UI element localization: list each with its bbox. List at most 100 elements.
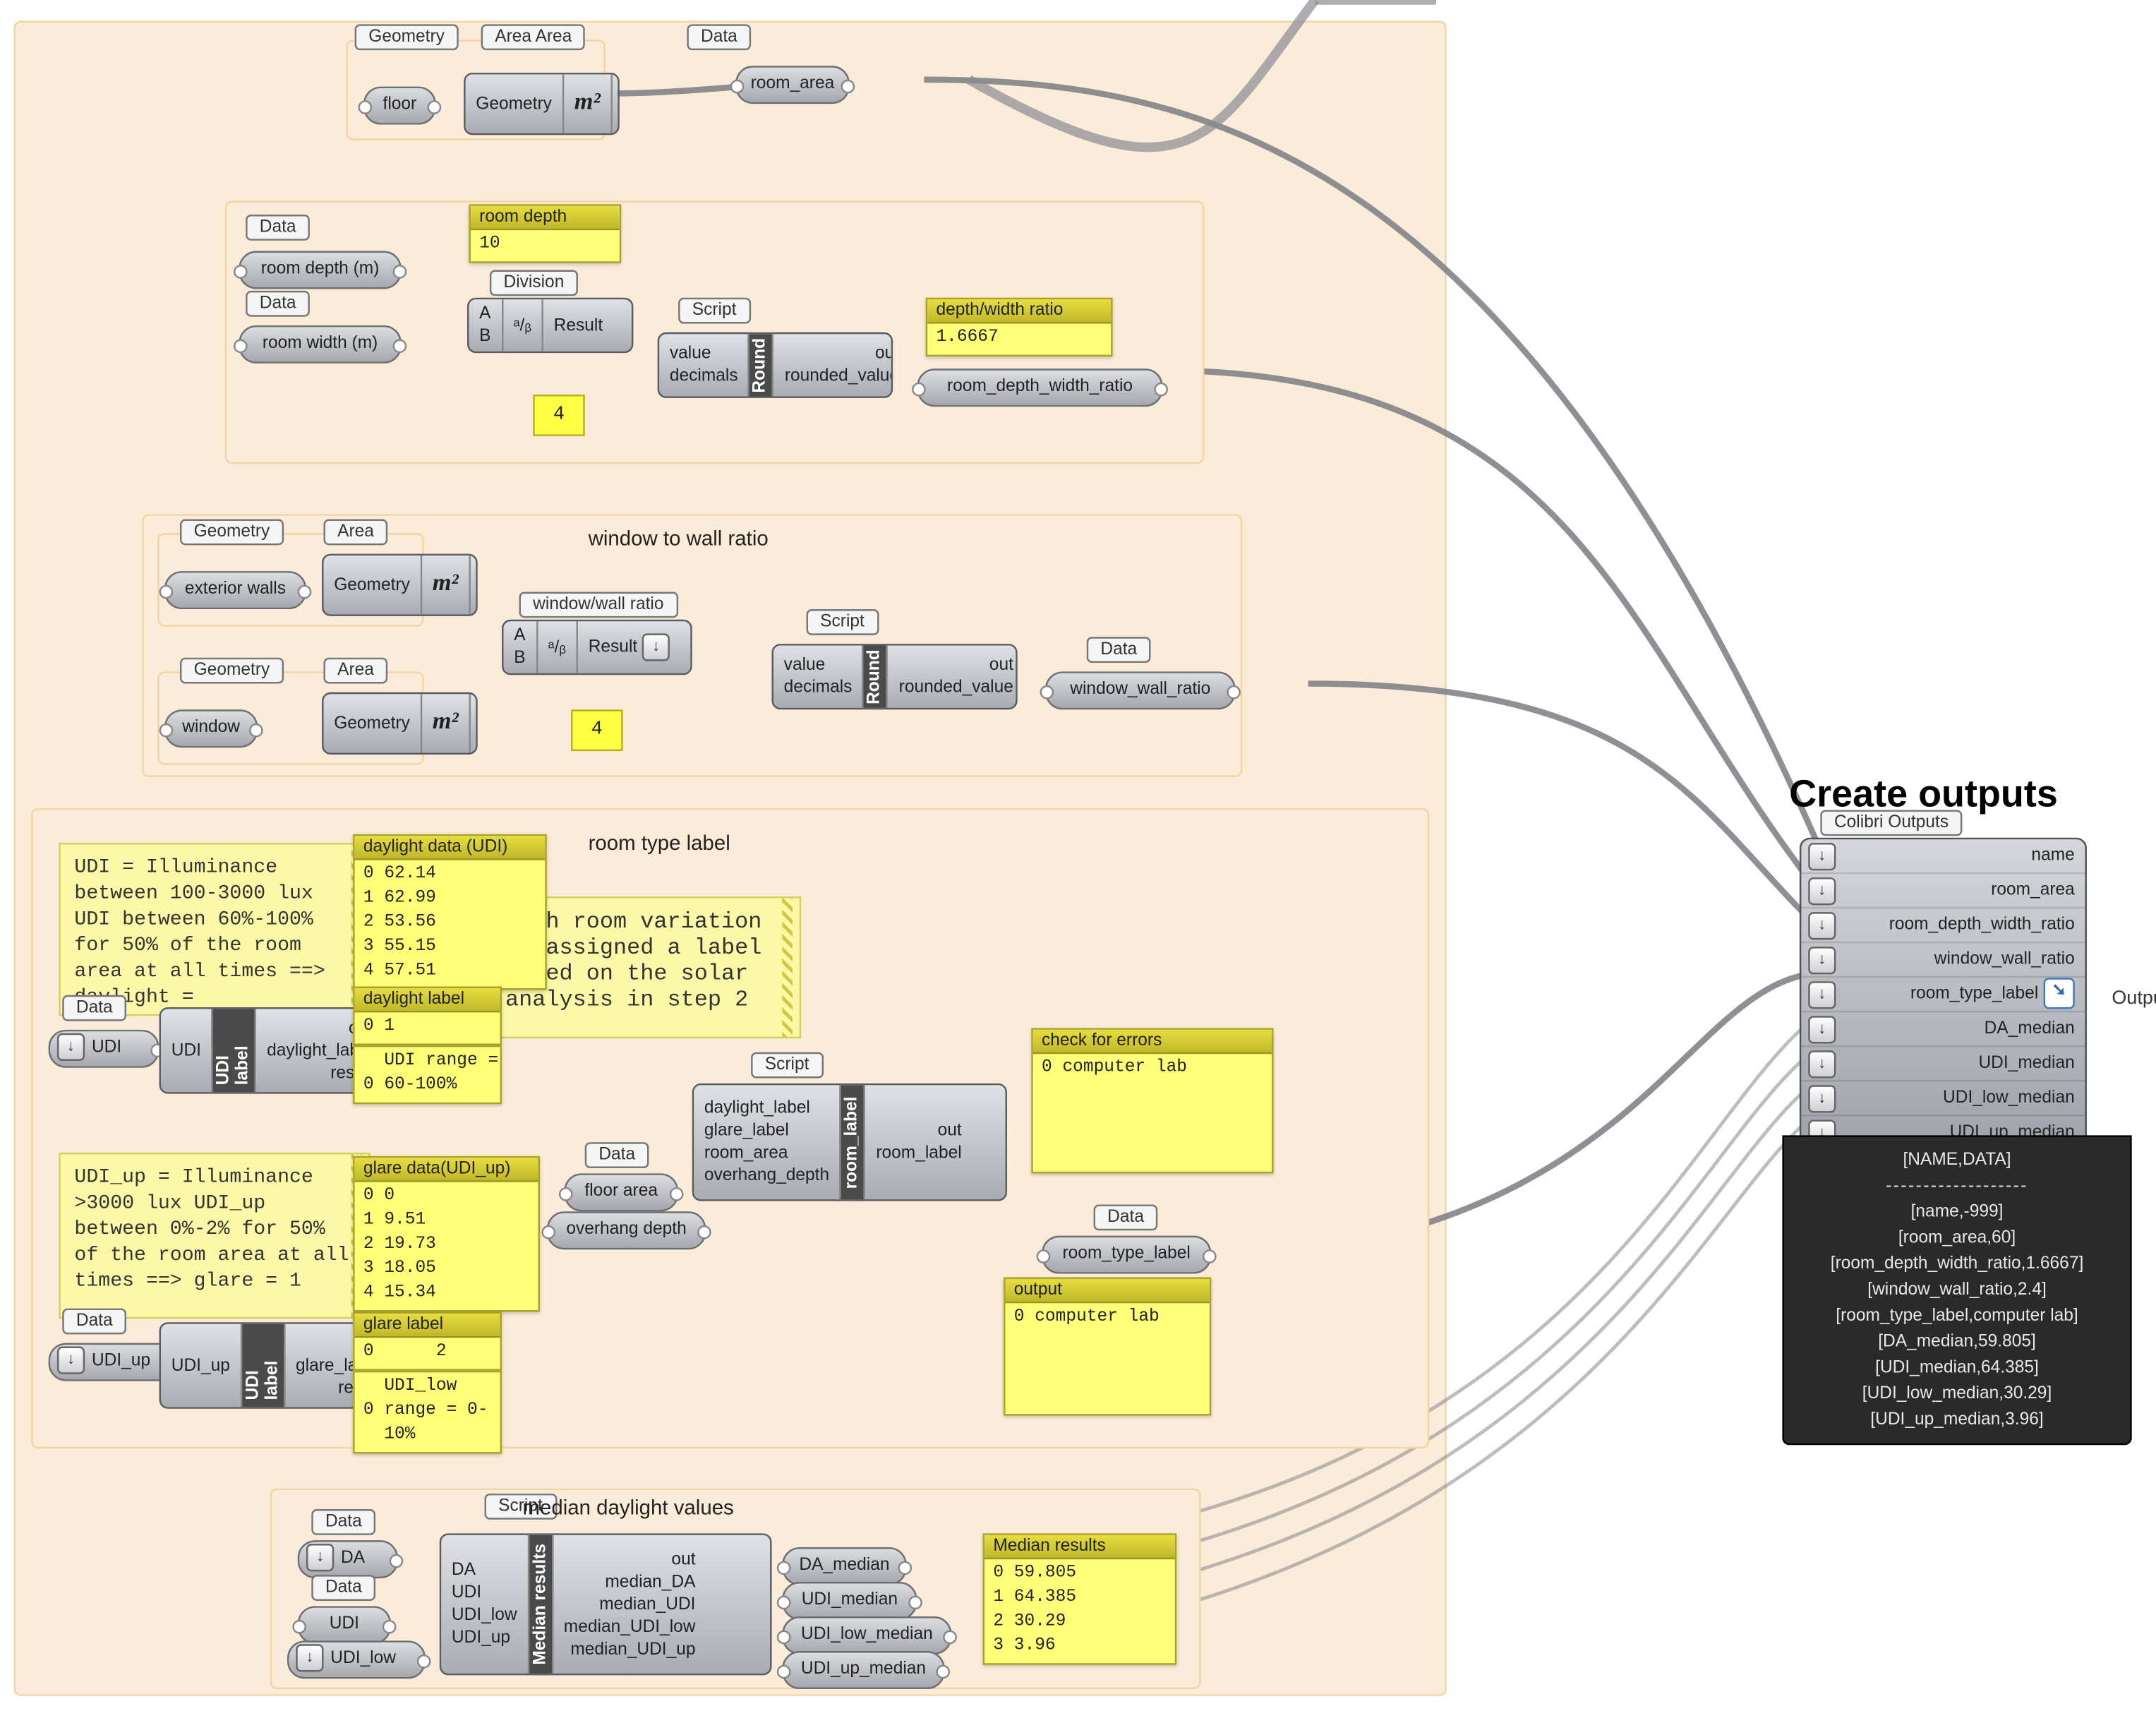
panel-dwr[interactable]: depth/width ratio 1.6667 [926, 298, 1113, 356]
down-icon[interactable]: ↓ [57, 1034, 85, 1062]
panel-glare-data[interactable]: glare data(UDI_up) 0 0 1 9.51 2 19.73 3 … [353, 1156, 540, 1312]
down-icon[interactable]: ↓ [1808, 912, 1836, 939]
sym: ᵃ/ᵦ [538, 621, 577, 673]
text: room_type_label [1063, 1244, 1191, 1263]
body: 0 2 [355, 1338, 500, 1369]
panel-output-data: [NAME,DATA] ------------------- [name,-9… [1782, 1135, 2131, 1445]
band: Round [865, 646, 887, 708]
label-area-2: Area [323, 520, 387, 546]
param-overhang[interactable]: overhang depth [547, 1211, 706, 1249]
r: rounded_value [774, 365, 893, 388]
in: Geometry [466, 92, 562, 115]
down-icon[interactable]: ↓ [1808, 1085, 1836, 1112]
panel-median-results[interactable]: Median results 0 59.805 1 64.385 2 30.29… [983, 1533, 1177, 1664]
param-rdwr[interactable]: room_depth_width_ratio [917, 368, 1162, 407]
label-geometry-1: Geometry [355, 24, 459, 50]
i3: UDI_low [441, 1604, 527, 1627]
panel-glare-label[interactable]: glare label 0 2 [353, 1311, 502, 1370]
comp-division-2[interactable]: AB ᵃ/ᵦ Result ↓ [502, 620, 692, 675]
o2: room_label [866, 1142, 972, 1165]
title-room-type: room type label [589, 831, 730, 855]
d: decimals [659, 365, 748, 388]
comp-round-1[interactable]: valuedecimals Round outrounded_value [658, 332, 893, 398]
param-udi-up-median[interactable]: UDI_up_median [782, 1651, 944, 1689]
sym: ᵃ/ᵦ [503, 299, 542, 352]
title: daylight label [355, 988, 500, 1012]
note-handle[interactable] [782, 899, 793, 1037]
down-icon[interactable]: ↓ [1808, 877, 1836, 905]
text: room_depth_width_ratio [947, 378, 1133, 397]
param-room-width[interactable]: room width (m) [239, 325, 401, 364]
down-icon[interactable]: ↓ [1808, 1016, 1836, 1043]
text: overhang depth [566, 1220, 686, 1239]
down-icon[interactable]: ↓ [57, 1347, 85, 1374]
panel-udi-low-range[interactable]: UDI_low 0 range = 0- 10% [353, 1371, 502, 1454]
param-da[interactable]: ↓DA [298, 1540, 398, 1578]
comp-median-results[interactable]: DAUDIUDI_lowUDI_up Median results outmed… [440, 1533, 772, 1675]
comp-area-ext[interactable]: Geometry m² AreaCentroid [322, 554, 478, 616]
param-wwr[interactable]: window_wall_ratio [1045, 671, 1236, 709]
label-data-1: Data [687, 24, 751, 50]
d5: [DA_median,59.805] [1797, 1329, 2116, 1355]
comp-colibri-outputs[interactable]: ↓name ↓room_area ↓room_depth_width_ratio… [1800, 838, 2087, 1151]
v: value [773, 654, 862, 677]
param-room-type-label[interactable]: room_type_label [1042, 1236, 1211, 1274]
down-icon[interactable]: ↓ [1808, 1050, 1836, 1078]
down-icon[interactable]: ↓ [1808, 843, 1836, 870]
comp-area-window[interactable]: Geometry m² AreaCentroid [322, 692, 478, 755]
param-room-area[interactable]: room_area [735, 66, 850, 104]
comp-round-2[interactable]: valuedecimals Round outrounded_value [772, 644, 1018, 709]
param-udi-low-median[interactable]: UDI_low_median [782, 1616, 951, 1655]
panel-room-depth[interactable]: room depth 10 [469, 204, 621, 263]
param-udi-2[interactable]: UDI [298, 1606, 391, 1644]
body: 0 0 1 9.51 2 19.73 3 18.05 4 15.34 [355, 1182, 538, 1310]
param-da-median[interactable]: DA_median [782, 1547, 907, 1585]
label-wwr: window/wall ratio [519, 592, 678, 618]
b: B [469, 325, 501, 348]
text: UDI_low_median [801, 1625, 933, 1644]
o0: out [553, 1548, 706, 1571]
param-udi[interactable]: ↓UDI [49, 1030, 159, 1068]
in: UDI_up [161, 1355, 241, 1377]
t: UDI = Illuminance between 100-3000 lux U… [74, 857, 325, 1009]
down-icon[interactable]: ↓ [296, 1645, 323, 1672]
comp-division-1[interactable]: AB ᵃ/ᵦ Result [467, 298, 633, 353]
down-icon[interactable]: ↓ [306, 1544, 334, 1572]
title: room depth [471, 206, 620, 230]
panel-output[interactable]: output 0 computer lab [1004, 1277, 1211, 1415]
param-floor[interactable]: floor [363, 87, 436, 125]
comp-room-label[interactable]: daylight_labelglare_labelroom_areaoverha… [692, 1083, 1007, 1201]
down-icon[interactable]: ↓ [1808, 947, 1836, 974]
down-icon[interactable]: ↓ [642, 633, 670, 661]
body: UDI range = 0 60-100% [355, 1047, 500, 1102]
title: depth/width ratio [927, 299, 1111, 323]
param-room-depth[interactable]: room depth (m) [239, 251, 401, 289]
panel-udi-range[interactable]: UDI range = 0 60-100% [353, 1045, 502, 1104]
band: Median results [529, 1535, 552, 1674]
label-geom-2: Geometry [180, 520, 284, 546]
title: output [1006, 1279, 1210, 1303]
chip-4a[interactable]: 4 [533, 395, 585, 436]
title: check for errors [1033, 1030, 1272, 1054]
panel-udi-data[interactable]: daylight data (UDI) 0 62.14 1 62.99 2 53… [353, 834, 547, 990]
param-udi-median[interactable]: UDI_median [782, 1582, 917, 1620]
label-script-2: Script [807, 609, 879, 635]
r2: room_depth_width_ratio [1889, 915, 2075, 935]
title-median: median daylight values [522, 1495, 733, 1519]
comp-area-floor[interactable]: Geometry m² AreaCentroid [464, 73, 620, 135]
chip-4b[interactable]: 4 [571, 709, 623, 751]
param-ext-walls[interactable]: exterior walls [164, 571, 306, 609]
m2-icon: m² [433, 709, 459, 737]
d0: [name,-999] [1797, 1199, 2116, 1225]
param-floor-area[interactable]: floor area [564, 1173, 678, 1211]
r3: window_wall_ratio [1934, 950, 2075, 969]
panel-check-errors[interactable]: check for errors 0 computer lab [1031, 1028, 1273, 1173]
label-data-7: Data [585, 1142, 649, 1168]
down-icon[interactable]: ↓ [1808, 981, 1836, 1009]
panel-daylight-label[interactable]: daylight label 0 1 [353, 987, 502, 1045]
out-centroid: Centroid [471, 724, 478, 746]
title: daylight data (UDI) [355, 836, 546, 860]
param-udi-low[interactable]: ↓UDI_low [287, 1640, 426, 1679]
param-window[interactable]: window [164, 709, 258, 748]
r0: name [2031, 846, 2074, 865]
